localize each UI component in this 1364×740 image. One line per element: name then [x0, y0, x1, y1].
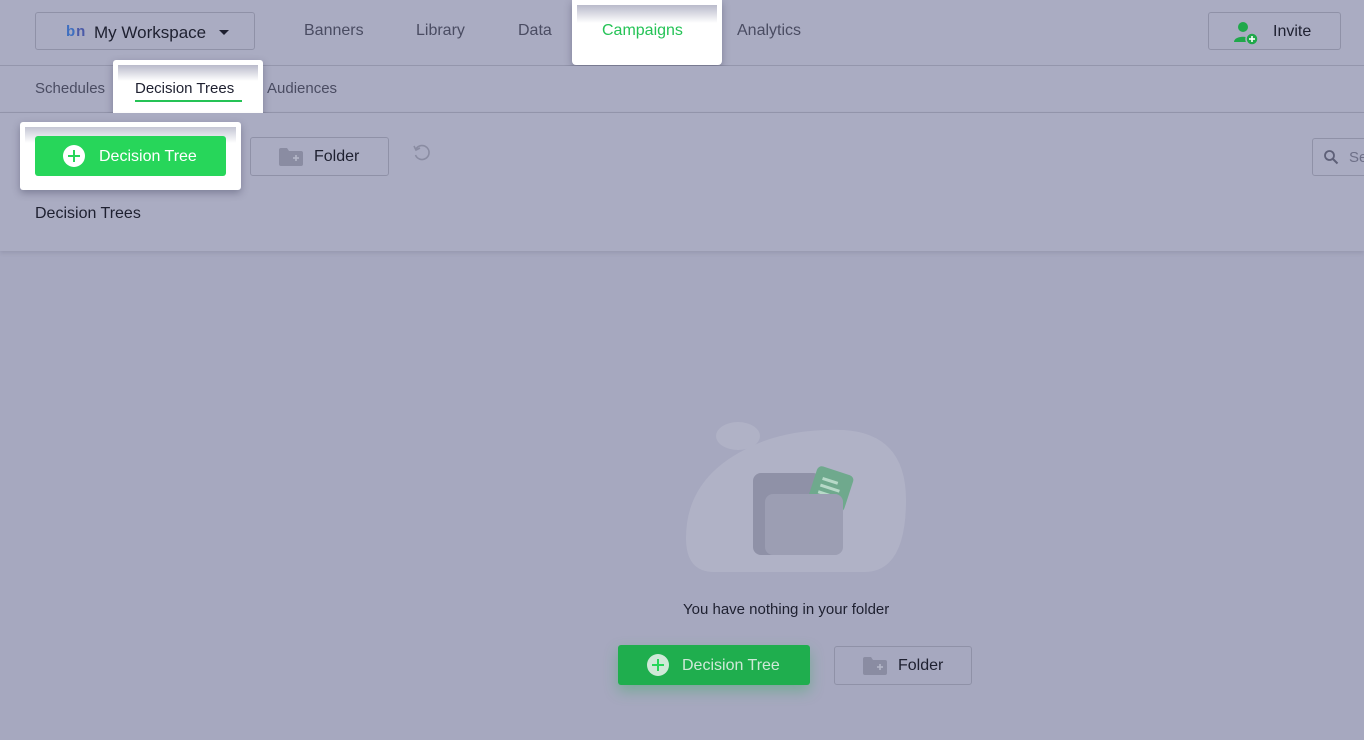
folder-add-icon — [863, 657, 887, 675]
empty-state-message: You have nothing in your folder — [683, 601, 890, 618]
add-folder-button[interactable]: Folder — [250, 137, 389, 176]
invite-label: Invite — [1273, 23, 1312, 40]
empty-add-folder-label: Folder — [898, 657, 944, 674]
plus-circle-icon — [647, 654, 669, 676]
empty-add-folder-button[interactable]: Folder — [834, 646, 972, 685]
nav-campaigns[interactable]: Campaigns — [572, 0, 722, 65]
plus-circle-icon — [63, 145, 85, 167]
nav-banners[interactable]: Banners — [304, 22, 364, 40]
active-tab-underline — [135, 100, 242, 102]
tab-decision-trees-label: Decision Trees — [135, 80, 235, 97]
page-title: Decision Trees — [35, 205, 141, 222]
folder-add-icon — [279, 148, 303, 166]
nav-library[interactable]: Library — [416, 22, 465, 40]
search-input[interactable]: Se — [1312, 138, 1364, 176]
empty-add-decision-tree-button[interactable]: Decision Tree — [618, 645, 810, 685]
search-icon — [1324, 150, 1339, 165]
workspace-logo: bn — [66, 23, 87, 40]
highlight-shade — [577, 5, 717, 23]
tab-audiences[interactable]: Audiences — [267, 80, 337, 97]
workspace-name: My Workspace — [94, 23, 207, 42]
add-decision-tree-button[interactable]: Decision Tree — [35, 136, 226, 176]
workspace-selector[interactable]: bn My Workspace — [35, 12, 255, 50]
nav-analytics[interactable]: Analytics — [737, 22, 801, 40]
caret-down-icon — [219, 30, 229, 35]
add-user-icon — [1234, 22, 1259, 46]
tab-decision-trees[interactable]: Decision Trees — [113, 60, 263, 116]
nav-data[interactable]: Data — [518, 22, 552, 40]
add-decision-tree-label: Decision Tree — [99, 148, 197, 165]
add-folder-label: Folder — [314, 148, 360, 165]
refresh-icon[interactable] — [412, 143, 432, 163]
empty-add-decision-tree-label: Decision Tree — [682, 657, 780, 674]
invite-button[interactable]: Invite — [1208, 12, 1341, 50]
search-placeholder: Se — [1349, 149, 1364, 166]
nav-campaigns-label: Campaigns — [602, 22, 683, 39]
empty-folder-illustration — [686, 422, 906, 572]
tab-schedules[interactable]: Schedules — [35, 80, 105, 97]
highlight-shade — [118, 65, 258, 81]
